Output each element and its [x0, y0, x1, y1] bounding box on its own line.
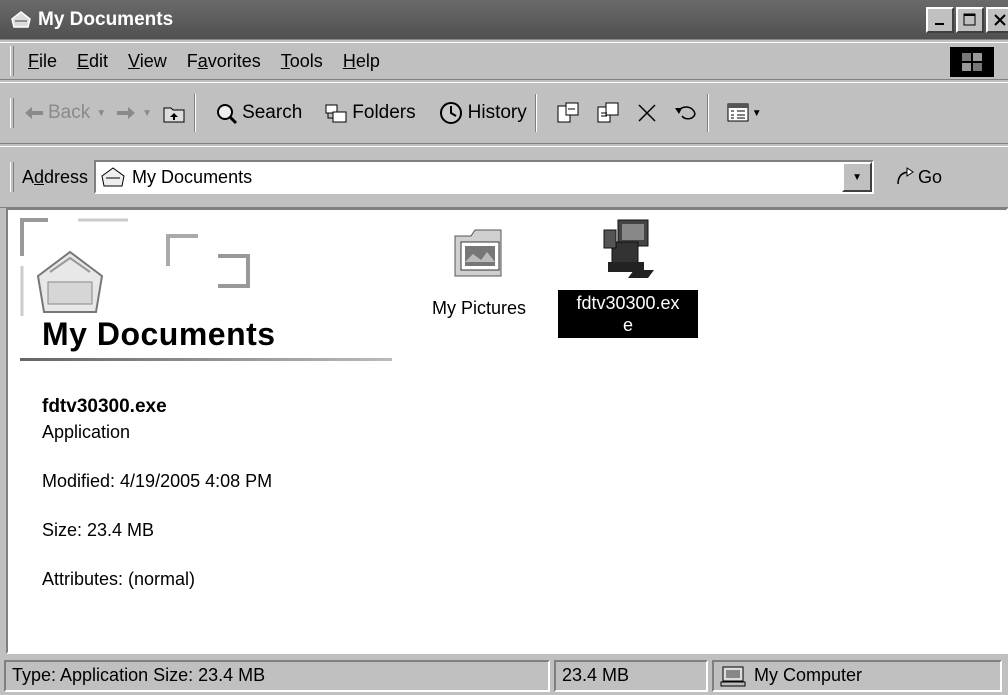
chevron-down-icon: ▼ [852, 171, 862, 183]
forward-dropdown-icon[interactable]: ▼ [142, 108, 152, 119]
installer-exe-icon [603, 219, 654, 278]
title-bar: My Documents [0, 0, 1008, 40]
search-button[interactable]: Search [214, 101, 302, 125]
status-info: Type: Application Size: 23.4 MB [4, 659, 550, 692]
status-zone: My Computer [712, 659, 1002, 692]
selection-details: fdtv30300.exe Application Modified: 4/19… [42, 396, 272, 594]
toolbar-separator [706, 94, 709, 132]
address-label: Address [22, 166, 89, 187]
history-icon [439, 102, 462, 124]
status-zone-label: My Computer [754, 665, 863, 685]
menu-file[interactable]: File [28, 51, 57, 72]
back-label: Back [48, 102, 91, 123]
folder-icon [11, 10, 31, 28]
views-button[interactable]: ▼ [727, 103, 762, 123]
menu-tools[interactable]: Tools [281, 51, 323, 72]
copy-to-button[interactable] [595, 101, 621, 125]
search-icon [217, 104, 238, 125]
menu-bar: File Edit View Favorites Tools Help [0, 42, 1008, 80]
back-button[interactable]: Back ▼ [24, 102, 106, 124]
move-to-icon [557, 102, 579, 123]
selected-file-size: Size: 23.4 MB [42, 520, 155, 540]
menu-view[interactable]: View [128, 51, 167, 72]
toolbar-separator [194, 94, 197, 132]
window-title: My Documents [38, 8, 174, 30]
windows-logo-icon [950, 47, 994, 77]
file-label-selected: fdtv30300.ex e [558, 290, 698, 338]
undo-button[interactable] [673, 102, 699, 124]
menu-edit[interactable]: Edit [77, 51, 108, 72]
folder-banner-art [20, 218, 250, 316]
standard-toolbar: Back ▼ ▼ Search Folders History ▼ [0, 82, 1008, 144]
pictures-folder-icon [454, 229, 502, 277]
file-label-line2: e [622, 315, 633, 335]
sidebar-title: My Documents [42, 316, 276, 352]
status-bar: Type: Application Size: 23.4 MB 23.4 MB … [0, 656, 1008, 695]
history-label: History [467, 102, 527, 123]
menu-grip[interactable] [10, 46, 14, 76]
search-label: Search [242, 102, 303, 123]
undo-icon [674, 106, 696, 120]
up-folder-button[interactable] [162, 102, 186, 124]
my-documents-icon [101, 167, 125, 187]
toolbar-separator [534, 94, 537, 132]
go-arrow-icon [897, 167, 914, 185]
status-size: 23.4 MB [554, 659, 708, 692]
close-icon [994, 14, 1006, 26]
go-label: Go [918, 166, 943, 187]
menu-help[interactable]: Help [343, 51, 380, 72]
minimize-button[interactable] [926, 7, 954, 33]
go-button[interactable]: Go [894, 166, 942, 188]
file-item-my-pictures[interactable]: My Pictures [414, 222, 544, 319]
folders-button[interactable]: Folders [324, 102, 416, 124]
file-label: My Pictures [431, 298, 527, 318]
computer-icon [720, 666, 746, 686]
toolbar-grip[interactable] [10, 98, 14, 128]
close-button[interactable] [986, 7, 1008, 33]
maximize-button[interactable] [956, 7, 984, 33]
sidebar-divider [20, 358, 392, 361]
selected-file-type: Application [42, 422, 131, 442]
selected-file-name: fdtv30300.exe [42, 396, 167, 417]
file-item-fdtv30300-exe[interactable]: fdtv30300.ex e [556, 216, 700, 338]
delete-icon [638, 104, 656, 122]
back-arrow-icon [25, 107, 43, 119]
forward-arrow-icon [117, 107, 136, 119]
address-value: My Documents [132, 166, 253, 187]
history-button[interactable]: History [438, 101, 527, 125]
copy-to-icon [597, 102, 619, 123]
forward-button[interactable]: ▼ [116, 105, 152, 121]
back-dropdown-icon[interactable]: ▼ [96, 108, 106, 119]
selected-file-attributes: Attributes: (normal) [42, 569, 196, 589]
move-to-button[interactable] [555, 101, 581, 125]
address-grip[interactable] [10, 162, 14, 192]
selected-file-modified: Modified: 4/19/2005 4:08 PM [42, 471, 273, 491]
views-dropdown-icon[interactable]: ▼ [752, 108, 762, 119]
folders-icon [325, 104, 347, 123]
menu-favorites[interactable]: Favorites [187, 51, 261, 72]
folders-label: Folders [352, 102, 416, 123]
folder-view[interactable]: My Documents fdtv30300.exe Application M… [6, 208, 1008, 654]
address-bar: Address My Documents ▼ Go [0, 146, 1008, 208]
minimize-icon [935, 23, 944, 25]
delete-button[interactable] [635, 101, 659, 125]
up-folder-icon [163, 107, 185, 123]
views-icon [727, 103, 749, 122]
file-label-line1: fdtv30300.ex [576, 293, 680, 313]
maximize-icon [963, 13, 976, 26]
address-input[interactable]: My Documents ▼ [94, 160, 875, 194]
address-dropdown-button[interactable]: ▼ [842, 162, 873, 192]
